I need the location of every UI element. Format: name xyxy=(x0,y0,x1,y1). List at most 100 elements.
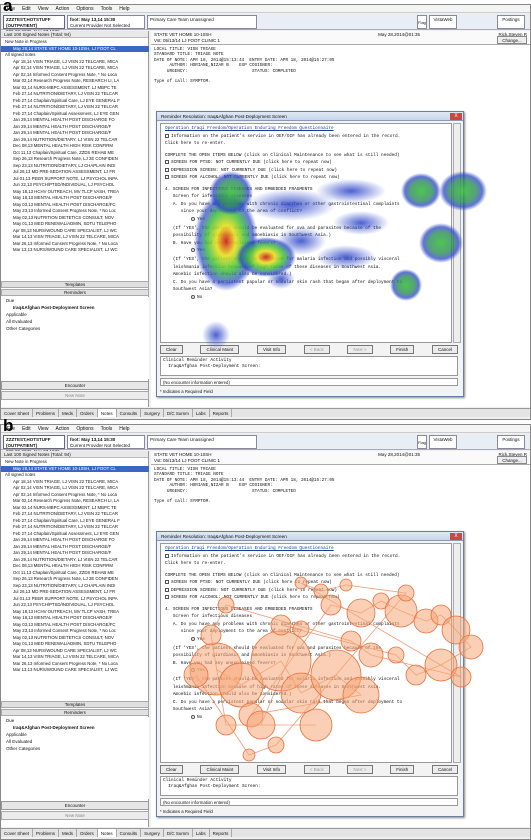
encounter-button[interactable]: Encounter xyxy=(1,381,149,390)
tab-consults[interactable]: Consults xyxy=(117,829,142,837)
dialog-line[interactable]: SCREEN FOR ALCOHOL: NOT CURRENTLY DUE (c… xyxy=(165,595,340,601)
postings-button[interactable]: Postings xyxy=(497,435,525,449)
back-button[interactable]: < Back xyxy=(303,765,330,774)
reminders-list[interactable]: Due Iraq&Afghan Post-Deployment Screen App… xyxy=(1,297,149,379)
menu-item[interactable]: Options xyxy=(76,5,93,12)
dialog-line[interactable]: SCREEN FOR ALCOHOL: NOT CURRENTLY DUE (c… xyxy=(165,175,340,181)
new-note-button[interactable]: New Note xyxy=(1,391,149,400)
reminder-item[interactable]: Other Categories xyxy=(1,745,149,752)
tab-orders[interactable]: Orders xyxy=(77,409,98,417)
reminder-item[interactable]: Applicable xyxy=(1,731,149,738)
reminder-item[interactable]: All Evaluated xyxy=(1,738,149,745)
reminder-item[interactable]: Due xyxy=(1,717,149,724)
encounter-button[interactable]: Encounter xyxy=(1,801,149,810)
dialog-line[interactable]: SCREEN FOR PTSD: NOT CURRENTLY DUE (clic… xyxy=(165,580,332,586)
radio-button[interactable] xyxy=(191,668,195,672)
tab-consults[interactable]: Consults xyxy=(117,409,142,417)
note-list-item[interactable]: Mar 13,13 NURS/WOUND CARE SPECIALIST, LJ… xyxy=(1,667,149,674)
vistaweb-button[interactable]: VistaWeb xyxy=(429,15,457,29)
flag-button[interactable]: Flag xyxy=(417,15,427,29)
vistaweb-button[interactable]: VistaWeb xyxy=(429,435,457,449)
tab-meds[interactable]: Meds xyxy=(59,829,78,837)
tab-labs[interactable]: Labs xyxy=(193,829,210,837)
radio-button[interactable] xyxy=(191,216,195,221)
clear-button[interactable]: Clear xyxy=(160,765,183,774)
tab-cover-sheet[interactable]: Cover Sheet xyxy=(1,829,34,837)
reminders-header[interactable]: Reminders xyxy=(1,289,149,296)
checkbox[interactable] xyxy=(165,160,169,164)
tab-d-c-summ[interactable]: D/C Summ xyxy=(164,829,193,837)
dialog-scrollbar[interactable] xyxy=(453,123,461,343)
next-button[interactable]: Next > xyxy=(347,345,373,354)
dialog-line[interactable]: DEPRESSION SCREEN: NOT CURRENTLY DUE (cl… xyxy=(165,587,337,594)
tab-reports[interactable]: Reports xyxy=(210,829,233,837)
checkbox[interactable] xyxy=(165,167,169,172)
dialog-line[interactable]: No xyxy=(191,714,202,721)
tab-orders[interactable]: Orders xyxy=(77,829,98,837)
visit-info-button[interactable]: foot: May 13,14 15:30 Current Provider N… xyxy=(67,435,145,449)
dialog-line[interactable]: Information on the patient's service in … xyxy=(165,133,400,140)
reminder-item[interactable]: Other Categories xyxy=(1,325,149,332)
checkbox[interactable] xyxy=(165,580,169,584)
flag-button[interactable]: Flag xyxy=(417,435,427,449)
radio-button[interactable] xyxy=(191,294,195,299)
radio-button[interactable] xyxy=(191,636,195,641)
dialog-line[interactable]: Yes xyxy=(191,248,205,254)
checkbox[interactable] xyxy=(165,553,169,558)
tab-d-c-summ[interactable]: D/C Summ xyxy=(164,409,193,417)
change-button[interactable]: Change... xyxy=(497,36,527,44)
menu-item[interactable]: Tools xyxy=(101,425,113,432)
patient-info-button[interactable]: ZZZTEST,HOTSTUFF (OUTPATIENT) 000-00-907… xyxy=(3,15,65,40)
notes-list[interactable]: New Note in Progress May 28,14 STATE VET … xyxy=(1,39,149,279)
finish-button[interactable]: Finish xyxy=(390,345,415,354)
clinical-maint-button[interactable]: Clinical Maint xyxy=(200,765,240,774)
tab-problems[interactable]: Problems xyxy=(33,409,60,417)
radio-button[interactable] xyxy=(191,248,195,252)
templates-header[interactable]: Templates xyxy=(1,281,149,288)
new-note-button[interactable]: New Note xyxy=(1,811,149,820)
reminders-list[interactable]: Due Iraq&Afghan Post-Deployment Screen App… xyxy=(1,717,149,799)
radio-button[interactable] xyxy=(191,714,195,719)
reminder-item[interactable]: Due xyxy=(1,297,149,304)
visit-info-button[interactable]: foot: May 13,14 15:30 Current Provider N… xyxy=(67,15,145,29)
reminder-item[interactable]: Iraq&Afghan Post-Deployment Screen xyxy=(1,724,149,731)
change-button[interactable]: Change... xyxy=(497,456,527,464)
menu-item[interactable]: Help xyxy=(119,5,129,12)
notes-list[interactable]: New Note in Progress May 28,14 STATE VET … xyxy=(1,459,149,699)
tab-surgery[interactable]: Surgery xyxy=(141,409,164,417)
menu-item[interactable]: Options xyxy=(76,425,93,432)
reminder-item[interactable]: All Evaluated xyxy=(1,318,149,325)
primary-care-team[interactable]: Primary Care Team Unassigned xyxy=(147,15,257,29)
cancel-button[interactable]: Cancel xyxy=(431,765,458,774)
menu-item[interactable]: Help xyxy=(119,425,129,432)
dialog-line[interactable]: SCREEN FOR PTSD: NOT CURRENTLY DUE (clic… xyxy=(165,160,332,166)
reminder-item[interactable]: Applicable xyxy=(1,311,149,318)
visit-info-button[interactable]: Visit Info xyxy=(256,345,287,354)
tab-surgery[interactable]: Surgery xyxy=(141,829,164,837)
next-button[interactable]: Next > xyxy=(347,765,373,774)
dialog-scrollbar[interactable] xyxy=(453,543,461,763)
back-button[interactable]: < Back xyxy=(303,345,330,354)
menu-item[interactable]: View xyxy=(38,5,49,12)
close-icon[interactable]: X xyxy=(450,533,462,540)
checkbox[interactable] xyxy=(165,133,169,138)
menu-item[interactable]: Action xyxy=(55,5,69,12)
tab-notes[interactable]: Notes xyxy=(97,409,117,417)
reminders-header[interactable]: Reminders xyxy=(1,709,149,716)
tab-reports[interactable]: Reports xyxy=(210,409,233,417)
primary-care-team[interactable]: Primary Care Team Unassigned xyxy=(147,435,257,449)
dialog-line[interactable]: Yes xyxy=(191,216,205,223)
menu-item[interactable]: Action xyxy=(55,425,69,432)
menu-item[interactable]: View xyxy=(38,425,49,432)
dialog-line[interactable]: Yes xyxy=(191,636,205,643)
checkbox[interactable] xyxy=(165,595,169,599)
note-list-item[interactable]: Mar 13,13 NURS/WOUND CARE SPECIALIST, LJ… xyxy=(1,247,149,254)
tab-problems[interactable]: Problems xyxy=(33,829,60,837)
tab-meds[interactable]: Meds xyxy=(59,409,78,417)
postings-button[interactable]: Postings xyxy=(497,15,525,29)
reminder-item[interactable]: Iraq&Afghan Post-Deployment Screen xyxy=(1,304,149,311)
dialog-line[interactable]: DEPRESSION SCREEN: NOT CURRENTLY DUE (cl… xyxy=(165,167,337,174)
tab-notes[interactable]: Notes xyxy=(97,829,117,837)
templates-header[interactable]: Templates xyxy=(1,701,149,708)
dialog-line[interactable]: Information on the patient's service in … xyxy=(165,553,400,560)
